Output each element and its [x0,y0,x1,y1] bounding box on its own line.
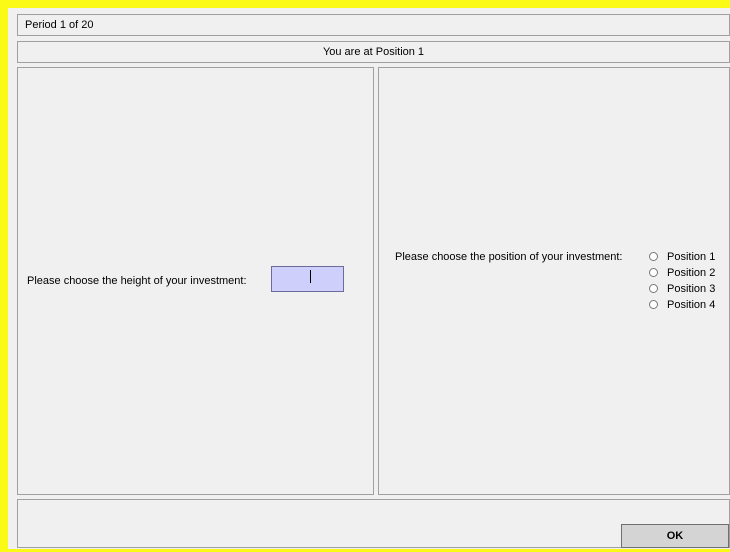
height-panel: Please choose the height of your investm… [17,67,374,495]
height-label: Please choose the height of your investm… [27,275,247,287]
period-text: Period 1 of 20 [25,19,94,31]
radio-button-icon[interactable] [649,300,658,309]
position-label: Please choose the position of your inves… [395,251,623,263]
radio-label: Position 3 [667,283,716,295]
radio-button-icon[interactable] [649,268,658,277]
radio-label: Position 1 [667,251,716,263]
current-position-text: You are at Position 1 [322,46,425,58]
position-header: You are at Position 1 [17,41,730,63]
footer-panel: OK [17,499,730,548]
ok-button[interactable]: OK [621,524,729,548]
text-caret [310,270,311,283]
period-header: Period 1 of 20 [17,14,730,36]
window-content: Period 1 of 20 You are at Position 1 Ple… [8,8,730,549]
position-panel: Please choose the position of your inves… [378,67,730,495]
radio-button-icon[interactable] [649,252,658,261]
radio-button-icon[interactable] [649,284,658,293]
radio-label: Position 2 [667,267,716,279]
radio-label: Position 4 [667,299,716,311]
window-frame: Period 1 of 20 You are at Position 1 Ple… [0,0,730,552]
height-input[interactable] [271,266,344,292]
